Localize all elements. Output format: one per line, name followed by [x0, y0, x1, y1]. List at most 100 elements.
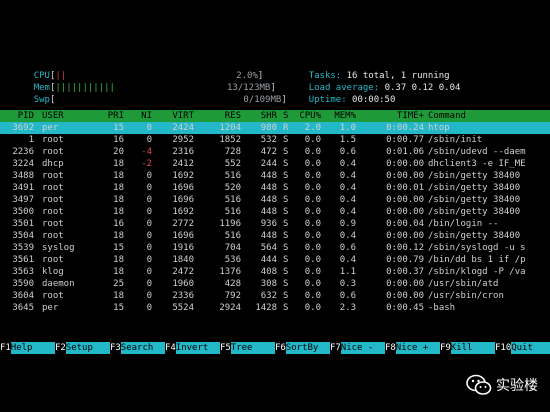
process-res: 520: [224, 183, 241, 193]
process-row[interactable]: 3645 per 15 0 5524 2924 1428 S 0.0 2.3 0:00.45 -bas…: [0, 302, 550, 314]
process-user: syslog: [42, 243, 75, 253]
function-key-bar: F1 Help F2 Setup F3 Search F4 Invert F5 Tree F6 Sor…: [0, 342, 550, 354]
process-res: 516: [224, 207, 241, 217]
process-pri: 20: [113, 147, 124, 157]
fkey-f10[interactable]: F10: [495, 342, 511, 354]
process-res: 552: [224, 159, 241, 169]
process-pid: 3645: [12, 303, 34, 313]
fkey-f8[interactable]: F8: [385, 342, 396, 354]
process-row[interactable]: 3604 root 18 0 2336 792 632 S 0.0 0.6 0:00.00/usr/…: [0, 290, 550, 302]
process-mem: 2.3: [339, 303, 356, 313]
process-time: 0:00.12: [386, 243, 424, 253]
fkey-f7[interactable]: F7: [330, 342, 341, 354]
fkey-f6-label[interactable]: SortBy: [285, 342, 330, 354]
process-s: S: [283, 303, 289, 313]
process-mem: 0.4: [339, 231, 356, 241]
process-row[interactable]: 3504 root 18 0 1696 516 448 S 0.0 0.4 0:00.00/sbin…: [0, 230, 550, 242]
process-pri: 15: [113, 303, 124, 313]
process-pid: 2236: [12, 147, 34, 157]
fkey-f3-label[interactable]: Search: [120, 342, 165, 354]
process-pri: 18: [113, 195, 124, 205]
process-time: 0:00.00: [386, 291, 424, 301]
uptime-value: 00:00:50: [352, 95, 396, 105]
process-shr: 308: [260, 279, 277, 289]
process-s: S: [283, 159, 289, 169]
process-pid: 3488: [12, 171, 34, 181]
fkey-f2-label[interactable]: Setup: [65, 342, 110, 354]
process-user: root: [42, 291, 64, 301]
fkey-f1-label[interactable]: Help: [10, 342, 55, 354]
process-user: daemon: [42, 279, 75, 289]
process-row[interactable]: 3491 root 18 0 1696 520 448 S 0.0 0.4 0:00.01/sbin…: [0, 182, 550, 194]
process-time: 0:00.77: [386, 135, 424, 145]
process-s: S: [283, 195, 289, 205]
process-time: 0:00.00: [386, 159, 424, 169]
process-pid: 3497: [12, 195, 34, 205]
process-s: S: [283, 207, 289, 217]
fkey-f3[interactable]: F3: [110, 342, 121, 354]
process-cmd: /usr/sbin/atd: [428, 279, 499, 289]
process-shr: 936: [260, 219, 277, 229]
process-mem: 0.4: [339, 159, 356, 169]
process-virt: 2336: [172, 291, 194, 301]
process-ni: 0: [146, 207, 152, 217]
fkey-f4-label[interactable]: Invert: [175, 342, 220, 354]
fkey-f5[interactable]: F5: [220, 342, 231, 354]
process-pid: 1: [28, 135, 34, 145]
process-pri: 18: [113, 171, 124, 181]
process-time: 0:00.00: [386, 279, 424, 289]
column-header-time: TIME+: [396, 111, 424, 121]
process-pid: 3501: [12, 219, 34, 229]
process-mem: 0.4: [339, 183, 356, 193]
fkey-f9[interactable]: F9: [440, 342, 451, 354]
fkey-f9-label[interactable]: Kill: [450, 342, 495, 354]
process-row[interactable]: 2236 root 20 -4 2316 728 472 S 0.0 0.6 0:01.06/sbi…: [0, 146, 550, 158]
process-pri: 16: [113, 219, 124, 229]
process-time: 0:01.06: [386, 147, 424, 157]
process-row[interactable]: 3501 root 16 0 2772 1196 936 S 0.0 0.9 0:00.04/bin…: [0, 218, 550, 230]
process-res: 1852: [219, 135, 241, 145]
process-cpu: 0.0: [304, 291, 321, 301]
process-row[interactable]: 3500 root 18 0 1692 516 448 S 0.0 0.4 0:00.00/sbin…: [0, 206, 550, 218]
process-virt: 1960: [172, 279, 194, 289]
process-cmd: /sbin/klogd -P /va: [428, 267, 526, 277]
process-row[interactable]: 3590 daemon 25 0 1960 428 308 S 0.0 0.3 0:00.00/us…: [0, 278, 550, 290]
process-user: per: [42, 123, 59, 133]
process-shr: 244: [260, 159, 277, 169]
process-pid: 3604: [12, 291, 34, 301]
process-user: root: [42, 171, 64, 181]
process-shr: 444: [260, 255, 277, 265]
process-row[interactable]: 1 root 16 0 2952 1852 532 S 0.0 1.5 0:00.77/sbin/i…: [0, 134, 550, 146]
process-virt: 1696: [172, 231, 194, 241]
process-row[interactable]: 3563 klog 18 0 2472 1376 408 S 0.0 1.1 0:00.37/sbi…: [0, 266, 550, 278]
process-ni: -2: [141, 159, 152, 169]
process-pid: 3504: [12, 231, 34, 241]
process-pri: 18: [113, 207, 124, 217]
fkey-f4[interactable]: F4: [165, 342, 176, 354]
fkey-f7-label[interactable]: Nice -: [340, 342, 385, 354]
process-row[interactable]: 3224 dhcp 18 -2 2412 552 244 S 0.0 0.4 0:00.00 dhcl…: [0, 158, 550, 170]
process-cpu: 0.0: [304, 279, 321, 289]
process-row-selected[interactable]: 3692 per 15 0 2424 1204 980 R 2.0 1.0 0:00.24 htop: [0, 122, 550, 134]
fkey-f5-label[interactable]: Tree: [230, 342, 275, 354]
process-user: root: [42, 195, 64, 205]
fkey-f2[interactable]: F2: [55, 342, 66, 354]
process-row[interactable]: 3561 root 18 0 1840 536 444 S 0.0 0.4 0:00.79/bin/…: [0, 254, 550, 266]
load-value: 0.37 0.12 0.04: [384, 83, 461, 93]
process-row[interactable]: 3539 syslog 15 0 1916 704 564 S 0.0 0.6 0:00.12/sb…: [0, 242, 550, 254]
process-ni: 0: [146, 267, 152, 277]
process-shr: 564: [260, 243, 277, 253]
process-virt: 1696: [172, 183, 194, 193]
process-ni: 0: [146, 303, 152, 313]
fkey-f10-label[interactable]: Quit: [511, 342, 550, 354]
process-pid: 3692: [12, 123, 34, 133]
process-s: S: [283, 135, 289, 145]
fkey-f8-label[interactable]: Nice +: [395, 342, 440, 354]
process-row[interactable]: 3488 root 18 0 1692 516 448 S 0.0 0.4 0:00.00/sbin…: [0, 170, 550, 182]
process-row[interactable]: 3497 root 18 0 1696 516 448 S 0.0 0.4 0:00.00/sbin…: [0, 194, 550, 206]
fkey-f6[interactable]: F6: [275, 342, 286, 354]
process-time: 0:00.24: [386, 123, 424, 133]
process-cpu: 0.0: [304, 207, 321, 217]
fkey-f1[interactable]: F1: [0, 342, 11, 354]
process-mem: 1.0: [339, 123, 356, 133]
